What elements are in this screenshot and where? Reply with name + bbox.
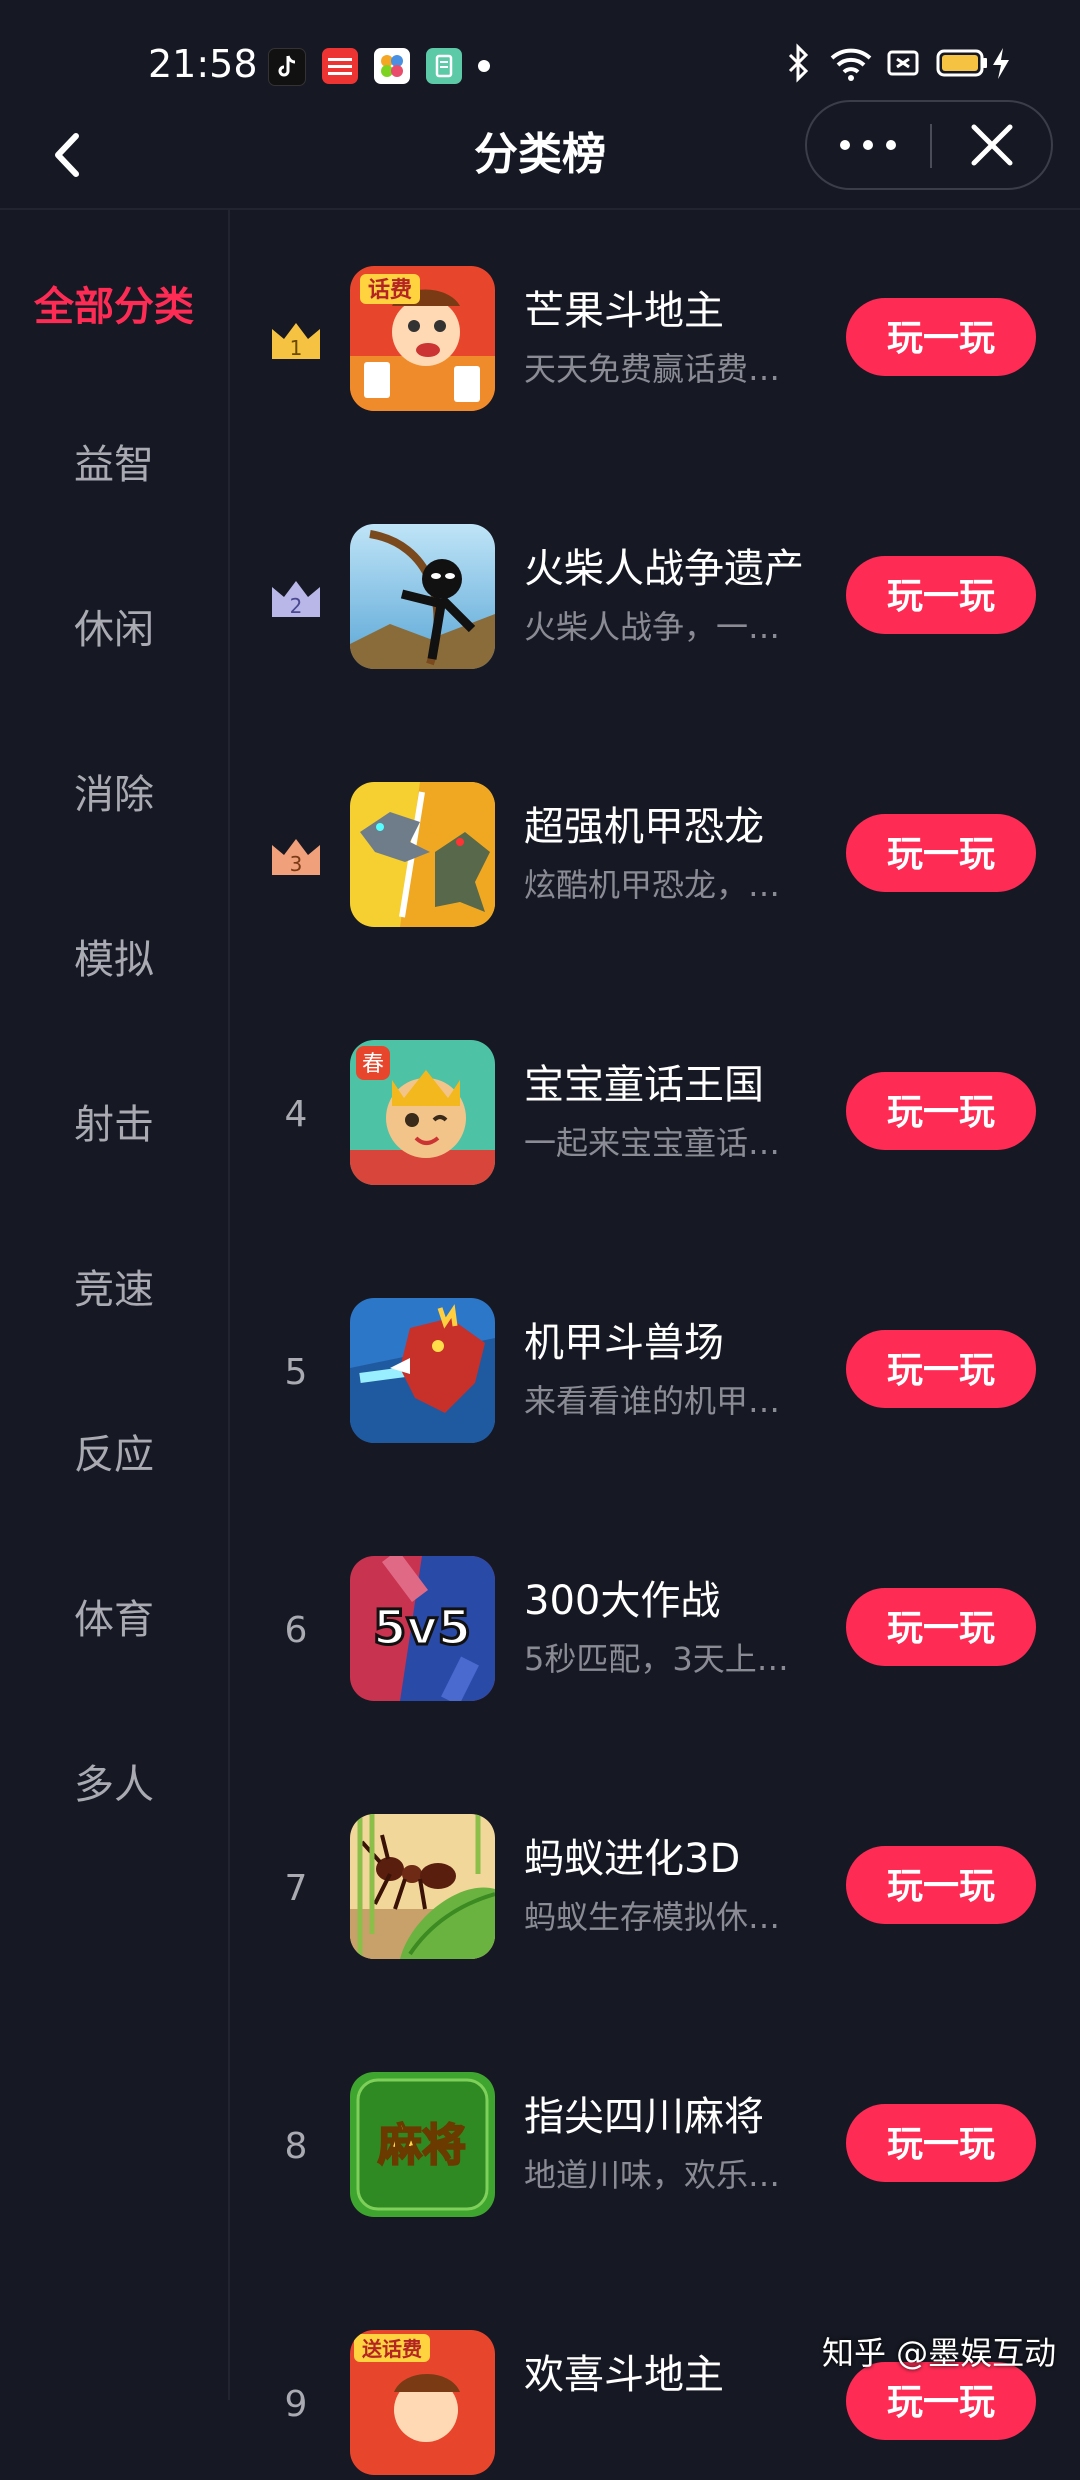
sidebar-item-match[interactable]: 消除	[0, 762, 228, 820]
photos-icon	[374, 48, 410, 84]
play-button[interactable]: 玩一玩	[846, 298, 1036, 376]
rank-number: 5	[284, 1352, 308, 1393]
watermark: 知乎 @墨娱互动	[822, 2334, 1057, 2372]
sidebar-item-all[interactable]: 全部分类	[0, 274, 228, 332]
game-icon-stickman-war	[350, 524, 495, 669]
play-button[interactable]: 玩一玩	[846, 1846, 1036, 1924]
rank-number: 3	[290, 852, 303, 876]
play-button[interactable]: 玩一玩	[846, 1072, 1036, 1150]
game-name: 芒果斗地主	[524, 288, 724, 334]
sidebar-item-sports[interactable]: 体育	[0, 1587, 228, 1645]
bluetooth-icon	[788, 43, 809, 83]
sidebar-item-racing[interactable]: 竞速	[0, 1257, 228, 1315]
game-icon-mango-doudizhu: 话费	[350, 266, 495, 411]
rank-number: 9	[284, 2384, 308, 2425]
sidebar-item-multiplayer[interactable]: 多人	[0, 1752, 228, 1810]
sidebar-item-simulation[interactable]: 模拟	[0, 927, 228, 985]
play-button[interactable]: 玩一玩	[846, 556, 1036, 634]
crown-icon: 3	[272, 839, 320, 876]
rank-crown-gold: 1	[266, 311, 326, 371]
nfc-icon	[887, 50, 919, 76]
more-icon	[840, 140, 896, 150]
play-button[interactable]: 玩一玩	[846, 814, 1036, 892]
app-icon	[426, 48, 462, 84]
game-icon-mech-dinosaur	[350, 782, 495, 927]
game-icon-baby-fairytale: 春	[350, 1040, 495, 1185]
game-icon-happy-doudizhu: 送话费	[350, 2330, 495, 2475]
rank-number: 7	[284, 1868, 308, 1909]
battery-icon	[936, 49, 987, 77]
game-description: 天天免费赢话费…	[524, 350, 781, 388]
rank-number: 8	[284, 2126, 308, 2167]
rank-number: 1	[290, 336, 303, 360]
icon-badge-text: 送话费	[362, 2337, 422, 2361]
sidebar-item-casual[interactable]: 休闲	[0, 597, 228, 655]
rank-number: 6	[284, 1610, 308, 1651]
play-button[interactable]: 玩一玩	[846, 1330, 1036, 1408]
game-row[interactable]: 1 话费 芒果斗地主 天天免费赢话费… 玩一玩	[230, 266, 1080, 416]
capsule-divider	[930, 124, 932, 168]
icon-badge-text: 话费	[368, 278, 412, 303]
game-row[interactable]: 5 机甲斗兽场 来看看谁的机甲… 玩一玩	[230, 1298, 1080, 1448]
more-notifications-dot	[478, 60, 490, 72]
game-row[interactable]: 3 超强机甲恐龙 炫酷机甲恐龙，… 玩一玩	[230, 782, 1080, 932]
game-name: 火柴人战争遗产	[524, 546, 804, 592]
category-sidebar: 全部分类 益智 休闲 消除 模拟 射击 竞速 反应 体育 多人	[0, 210, 230, 2400]
more-button[interactable]	[807, 102, 929, 188]
game-name: 超强机甲恐龙	[524, 804, 764, 850]
game-row[interactable]: 8 麻将 指尖四川麻将 地道川味，欢乐… 玩一玩	[230, 2072, 1080, 2222]
game-description: 来看看谁的机甲…	[524, 1382, 781, 1420]
play-button[interactable]: 玩一玩	[846, 1588, 1036, 1666]
game-icon-mech-arena	[350, 1298, 495, 1443]
icon-badge-text: 5v5	[373, 1600, 471, 1656]
crown-icon: 2	[272, 581, 320, 618]
game-name: 指尖四川麻将	[524, 2094, 764, 2140]
play-button[interactable]: 玩一玩	[846, 2104, 1036, 2182]
close-button[interactable]	[933, 102, 1051, 188]
mini-program-capsule	[805, 100, 1053, 190]
toutiao-icon	[322, 48, 358, 84]
game-name: 欢喜斗地主	[524, 2352, 724, 2398]
wifi-icon	[830, 48, 872, 81]
tiktok-icon	[268, 48, 306, 86]
charging-icon	[993, 48, 1009, 79]
game-description: 蚂蚁生存模拟休…	[524, 1898, 781, 1936]
game-description: 一起来宝宝童话…	[524, 1124, 781, 1162]
game-row[interactable]: 6 5v5 300大作战 5秒匹配，3天上… 玩一玩	[230, 1556, 1080, 1706]
game-description: 5秒匹配，3天上…	[524, 1640, 789, 1678]
sidebar-item-puzzle[interactable]: 益智	[0, 432, 228, 490]
game-description: 火柴人战争，一…	[524, 608, 781, 646]
game-name: 蚂蚁进化3D	[524, 1836, 741, 1882]
game-name: 机甲斗兽场	[524, 1320, 724, 1366]
game-icon-sichuan-mahjong: 麻将	[350, 2072, 495, 2217]
close-icon	[971, 124, 1013, 166]
game-description: 炫酷机甲恐龙，…	[524, 866, 781, 904]
game-icon-300-battle: 5v5	[350, 1556, 495, 1701]
game-name: 宝宝童话王国	[524, 1062, 764, 1108]
sidebar-item-reaction[interactable]: 反应	[0, 1422, 228, 1480]
sidebar-item-shooting[interactable]: 射击	[0, 1092, 228, 1150]
game-description: 地道川味，欢乐…	[524, 2156, 781, 2194]
game-row[interactable]: 2 火柴人战争遗产 火柴人战争，一… 玩一玩	[230, 524, 1080, 674]
game-row[interactable]: 4 春 宝宝童话王国 一起来宝宝童话… 玩一玩	[230, 1040, 1080, 1190]
status-time: 21:58	[148, 42, 258, 86]
crown-icon: 1	[272, 323, 320, 360]
rank-crown-silver: 2	[266, 569, 326, 629]
icon-badge-text: 春	[362, 1052, 384, 1077]
icon-badge-text: 麻将	[378, 2120, 466, 2171]
rank-crown-bronze: 3	[266, 827, 326, 887]
game-icon-ant-evolution	[350, 1814, 495, 1959]
rank-number: 2	[290, 594, 303, 618]
game-row[interactable]: 7 蚂蚁进化3D 蚂蚁生存模拟休… 玩一玩	[230, 1814, 1080, 1964]
game-ranking-list: 1 话费 芒果斗地主 天天免费赢话费… 玩一玩 2 火柴人战争遗产 火柴人战争，…	[230, 210, 1080, 2475]
rank-number: 4	[284, 1094, 308, 1135]
game-name: 300大作战	[524, 1578, 721, 1624]
